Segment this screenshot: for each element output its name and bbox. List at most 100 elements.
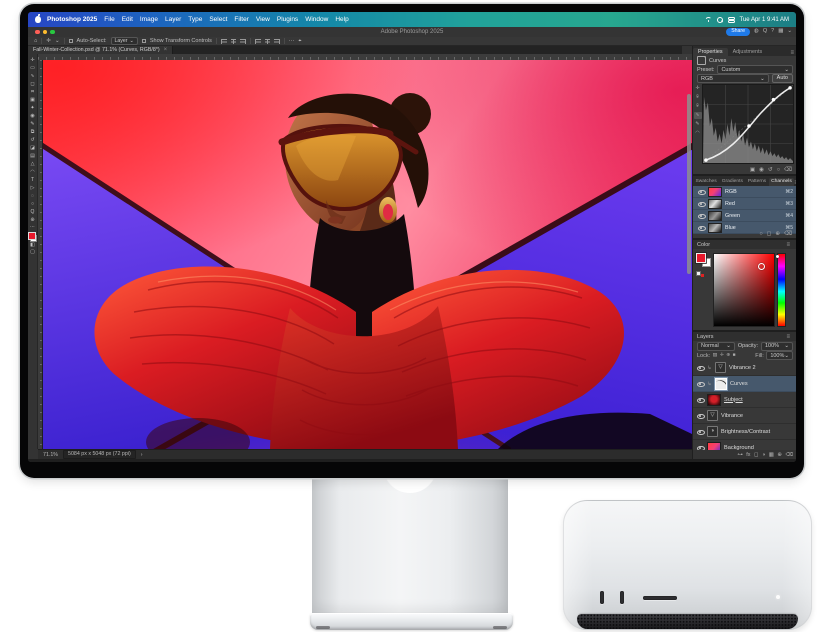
quick-mask-icon[interactable]: ◧ (30, 242, 35, 249)
edit-toolbar-icon[interactable]: ⋯ (30, 224, 35, 231)
panel-menu-icon[interactable]: ≡ (786, 242, 793, 248)
opacity-dropdown[interactable]: 100%⌄ (761, 342, 793, 351)
menu-item[interactable]: View (256, 16, 270, 23)
search-icon[interactable]: Q (763, 29, 767, 35)
auto-select-checkbox[interactable] (69, 39, 73, 43)
zoom-level[interactable]: 71.1% (43, 452, 58, 458)
clip-to-layer-icon[interactable]: ▣ (750, 167, 755, 173)
tool-button[interactable]: ◻ (28, 80, 37, 88)
foreground-color-swatch[interactable] (28, 232, 36, 240)
tool-button[interactable]: ◠ (28, 168, 37, 176)
tab-gradients[interactable]: Gradients (719, 178, 745, 186)
tab-adjustments[interactable]: Adjustments (728, 48, 768, 56)
discover-help-icon[interactable]: ? (771, 29, 774, 35)
lock-pixels-icon[interactable]: ✛ (720, 353, 724, 358)
delete-adjustment-icon[interactable]: ⌫ (784, 167, 792, 173)
visibility-eye-icon[interactable] (697, 212, 705, 220)
load-selection-icon[interactable]: ○ (759, 231, 762, 237)
visibility-eye-icon[interactable] (697, 200, 705, 208)
tool-button[interactable]: ✎ (28, 120, 37, 128)
visibility-eye-icon[interactable] (696, 380, 704, 388)
default-colors-icon[interactable] (696, 271, 704, 277)
tool-button[interactable]: ◪ (28, 144, 37, 152)
share-button[interactable]: Share (726, 28, 750, 35)
show-transform-controls-checkbox[interactable] (142, 39, 146, 43)
menu-item[interactable]: Type (188, 16, 202, 23)
layer-row-curves[interactable]: ↳ Curves (693, 376, 796, 392)
tool-button[interactable]: ▣ (28, 96, 37, 104)
notifications-bell-icon[interactable]: ◍ (754, 29, 759, 35)
fill-dropdown[interactable]: 100%⌄ (766, 351, 793, 360)
delete-channel-icon[interactable]: ⌫ (784, 231, 792, 237)
channel-row-green[interactable]: Green ⌘4 (693, 210, 796, 222)
app-menu-title[interactable]: Photoshop 2025 (47, 16, 97, 23)
tab-properties[interactable]: Properties (693, 48, 728, 56)
visibility-eye-icon[interactable] (696, 412, 704, 420)
tab-patterns[interactable]: Patterns (745, 178, 768, 186)
lock-position-icon[interactable]: ⊕ (726, 353, 730, 358)
lock-all-icon[interactable]: ■ (733, 353, 736, 358)
visibility-eye-icon[interactable] (696, 428, 704, 436)
layer-thumbnail[interactable] (707, 394, 721, 406)
curve-edit-icon[interactable]: ∿ (694, 112, 702, 119)
distribute-right-icon[interactable] (274, 39, 280, 44)
wifi-icon[interactable] (705, 17, 712, 22)
preset-dropdown[interactable]: Custom⌄ (717, 65, 793, 74)
foreground-background-swatches[interactable] (28, 232, 37, 242)
saturation-brightness-field[interactable] (713, 253, 775, 327)
delete-layer-icon[interactable]: ⌫ (785, 452, 793, 458)
auto-select-target-dropdown[interactable]: Layer⌄ (111, 37, 138, 45)
home-icon[interactable]: ⌂ (34, 38, 37, 44)
control-center-icon[interactable] (728, 17, 735, 23)
tool-button[interactable]: △ (28, 160, 37, 168)
new-channel-icon[interactable]: ⊕ (775, 231, 780, 237)
tool-button[interactable]: ∿ (28, 72, 37, 80)
tool-button[interactable]: ✛ (28, 56, 37, 64)
align-left-icon[interactable] (221, 39, 227, 44)
layer-row-vibrance-2[interactable]: ↳ ▽ Vibrance 2 (693, 360, 796, 376)
auto-button[interactable]: Auto (772, 74, 793, 83)
curves-graph[interactable] (702, 84, 794, 164)
new-group-icon[interactable]: ▦ (769, 452, 774, 458)
blend-mode-dropdown[interactable]: Normal⌄ (697, 342, 735, 351)
color-picker-cursor[interactable] (758, 263, 765, 270)
spotlight-search-icon[interactable] (717, 17, 723, 23)
tool-button[interactable]: ⌗ (28, 88, 37, 96)
menu-item[interactable]: Select (209, 16, 227, 23)
channel-dropdown[interactable]: RGB⌄ (697, 74, 769, 83)
lock-transparency-icon[interactable]: ▨ (713, 353, 718, 358)
distribute-center-icon[interactable] (265, 39, 270, 44)
toggle-visibility-icon[interactable]: ◉ (759, 167, 764, 173)
move-tool-chevron-icon[interactable]: ⌄ (55, 38, 60, 44)
document-canvas[interactable] (38, 54, 692, 449)
menu-item[interactable]: Plugins (277, 16, 298, 23)
previous-state-icon[interactable]: ○ (777, 167, 780, 173)
visibility-eye-icon[interactable] (697, 188, 705, 196)
tab-swatches[interactable]: Swatches (693, 178, 719, 186)
menu-item[interactable]: Window (305, 16, 328, 23)
menu-item[interactable]: Filter (234, 16, 248, 23)
tool-button[interactable]: ◉ (28, 112, 37, 120)
channel-row-rgb[interactable]: RGB ⌘2 (693, 186, 796, 198)
layer-row-brightness-contrast[interactable]: ◑ Brightness/Contrast (693, 424, 796, 440)
tool-button[interactable]: ▭ (28, 64, 37, 72)
workspace-chevron-icon[interactable]: ⌄ (787, 29, 792, 35)
tool-button[interactable]: ⧉ (28, 128, 37, 136)
menu-bar-clock[interactable]: Tue Apr 1 9:41 AM (740, 17, 789, 23)
hue-slider-marker[interactable] (776, 255, 779, 258)
hue-slider[interactable] (777, 253, 786, 327)
menu-item[interactable]: Layer (165, 16, 181, 23)
new-layer-icon[interactable]: ⊕ (777, 452, 782, 458)
layer-row-vibrance[interactable]: ▽ Vibrance (693, 408, 796, 424)
distribute-left-icon[interactable] (255, 39, 261, 44)
reset-adjustment-icon[interactable]: ↺ (768, 167, 773, 173)
status-chevron-icon[interactable]: › (141, 452, 143, 458)
layer-effects-icon[interactable]: fx (746, 452, 750, 458)
smooth-curve-icon[interactable]: ◠ (695, 130, 699, 137)
tool-button[interactable]: ✦ (28, 104, 37, 112)
tool-button[interactable]: ▷ (28, 184, 37, 192)
move-tool-icon[interactable]: ✛ (46, 38, 51, 44)
tool-button[interactable]: Q (28, 208, 37, 216)
curves-layer-thumbnail[interactable] (715, 378, 727, 390)
panel-menu-icon[interactable]: ≡ (786, 334, 793, 340)
